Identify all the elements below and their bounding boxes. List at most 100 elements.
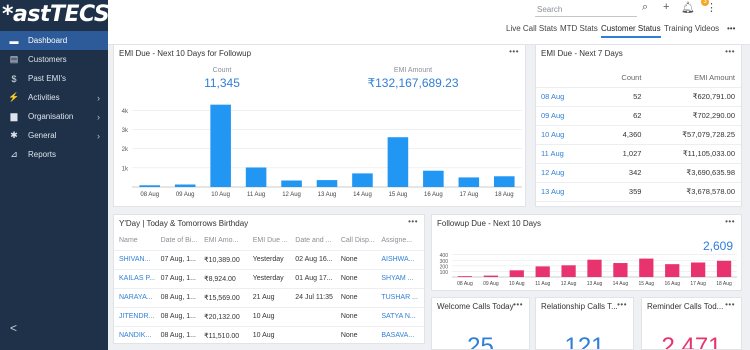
cell-date[interactable]: 12 Aug [536, 163, 606, 183]
bell-icon[interactable]: 🔔︎ 3 [681, 0, 709, 14]
column-header-emi-due[interactable]: EMI Due ... [247, 231, 291, 251]
cell-amount: ₹702,290.00 [647, 106, 741, 126]
bar-16-aug[interactable] [423, 170, 444, 187]
sidebar-item-reports[interactable]: ⊿ Reports [0, 145, 108, 164]
tab-training-videos[interactable]: Training Videos [664, 24, 719, 33]
cell-date[interactable]: 08 Aug [536, 87, 606, 107]
table-row[interactable]: 12 Aug 342 ₹3,690,635.98 [536, 163, 741, 183]
bar-09-aug[interactable] [174, 184, 196, 187]
cell-date[interactable]: 13 Aug [536, 182, 606, 202]
sidebar-item-activities[interactable]: ⚡ Activities › [0, 88, 108, 107]
bar-13-aug[interactable] [316, 180, 338, 187]
bar-11-aug[interactable] [245, 167, 267, 187]
bar-10-aug[interactable] [210, 104, 231, 187]
sidebar-item-general[interactable]: ✱ General › [0, 126, 108, 145]
bar-09-aug[interactable] [483, 275, 498, 277]
bar-08-aug[interactable] [139, 185, 161, 187]
table-row[interactable]: 10 Aug 4,360 ₹57,079,728.25 [536, 125, 741, 145]
card-menu-button[interactable]: ••• [725, 300, 735, 309]
cell-name[interactable]: NANDIK... [114, 326, 156, 343]
column-header-name[interactable]: Name [114, 231, 156, 251]
column-header-assigne[interactable]: Assigne... [376, 231, 424, 251]
bar-13-aug[interactable] [587, 259, 602, 277]
sidebar-item-dashboard[interactable]: ▬ Dashboard [0, 31, 108, 50]
table-row[interactable]: 09 Aug 62 ₹702,290.00 [536, 106, 741, 126]
bar-12-aug[interactable] [561, 265, 576, 277]
table-row[interactable]: NANDIK... 08 Aug, 1... ₹11,510.00 10 Aug Non… [114, 326, 424, 343]
tabs-more-button[interactable]: ••• [727, 24, 735, 33]
cell-name[interactable]: NARAYA... [114, 288, 156, 308]
column-header-count: Count [606, 68, 648, 88]
cell-count: 4,360 [606, 125, 648, 145]
cell-assigne[interactable]: AISHWA... [376, 250, 424, 270]
sidebar-item-label: Dashboard [28, 36, 68, 45]
kebab-menu-icon[interactable]: ⋮ [706, 1, 717, 14]
card-menu-button[interactable]: ••• [408, 217, 418, 226]
x-tick-label: 18 Aug [495, 192, 514, 198]
card-menu-button[interactable]: ••• [725, 47, 735, 56]
bar-14-aug[interactable] [352, 173, 373, 187]
bar-16-aug[interactable] [665, 264, 680, 277]
sidebar-item-customers[interactable]: ▤ Customers [0, 50, 108, 69]
cell-date[interactable]: 11 Aug [536, 144, 606, 164]
table-row[interactable]: NARAYA... 08 Aug, 1... ₹15,569.00 21 Aug 24 … [114, 288, 424, 308]
column-header-emi-amount: EMI Amount [647, 68, 741, 88]
cell-date[interactable]: 14 Aug [536, 201, 606, 206]
column-header-call-disp[interactable]: Call Disp... [335, 231, 377, 251]
tab-mtd-stats[interactable]: MTD Stats [560, 24, 598, 33]
x-tick-label: 13 Aug [587, 281, 603, 287]
sidebar-item-past-emi-s[interactable]: $ Past EMI's [0, 69, 108, 88]
card-title: Reminder Calls Tod... [647, 302, 724, 311]
bar-14-aug[interactable] [613, 263, 628, 277]
cell-date[interactable]: 09 Aug [536, 106, 606, 126]
table-row[interactable]: JITENDR... 08 Aug, 1... ₹20,132.00 10 Aug No… [114, 307, 424, 327]
bar-08-aug[interactable] [457, 276, 473, 277]
column-header-date-of-bi[interactable]: Date of Bi... [155, 231, 200, 251]
cell-name[interactable]: KAILAS P... [114, 269, 156, 289]
bar-15-aug[interactable] [639, 258, 654, 277]
emi-due-7-days-table: Count EMI Amount 08 Aug 52 ₹620,791.00 09 A… [536, 68, 741, 206]
cell-call-disp: None [335, 326, 377, 343]
bar-10-aug[interactable] [509, 270, 524, 277]
search-icon[interactable]: ⌕ [642, 1, 648, 14]
bar-12-aug[interactable] [281, 180, 302, 187]
x-tick-label: 15 Aug [639, 281, 655, 287]
bar-18-aug[interactable] [716, 260, 732, 277]
search-input[interactable] [535, 2, 637, 17]
card-menu-button[interactable]: ••• [725, 217, 735, 226]
column-header-date-and[interactable]: Date and ... [290, 231, 336, 251]
cell-emi-due: 10 Aug [247, 307, 291, 327]
bar-17-aug[interactable] [458, 177, 480, 187]
followup-due-bar-chart: 100200300400 08 Aug 09 Aug 10 Aug 11 Aug 12 A… [440, 253, 737, 287]
tab-live-call-stats[interactable]: Live Call Stats [506, 24, 557, 33]
cell-name[interactable]: SHIVAN... [114, 250, 156, 270]
cell-name[interactable]: JITENDR... [114, 307, 156, 327]
cell-assigne[interactable]: SHYAM ... [376, 269, 424, 289]
bar-15-aug[interactable] [387, 137, 409, 187]
cell-date[interactable]: 10 Aug [536, 125, 606, 145]
table-row[interactable]: 14 Aug710₹7,655,923.00 [536, 201, 741, 206]
bar-18-aug[interactable] [493, 176, 515, 187]
card-menu-button[interactable]: ••• [509, 47, 519, 56]
sidebar-collapse-button[interactable]: < [10, 321, 17, 335]
table-row[interactable]: 13 Aug 359 ₹3,678,578.00 [536, 182, 741, 202]
table-row[interactable]: 11 Aug 1,027 ₹11,105,033.00 [536, 144, 741, 164]
welcome-calls-value: 25 [467, 333, 494, 350]
bar-11-aug[interactable] [535, 266, 550, 277]
table-row[interactable]: 08 Aug 52 ₹620,791.00 [536, 87, 741, 107]
tab-customer-status[interactable]: Customer Status [601, 24, 661, 38]
cell-assigne[interactable]: BASAVA... [376, 326, 424, 343]
card-menu-button[interactable]: ••• [617, 300, 627, 309]
table-row[interactable]: SHIVAN... 07 Aug, 1... ₹10,389.00 Yesterday… [114, 250, 424, 270]
sidebar-item-organisation[interactable]: ▆ Organisation › [0, 107, 108, 126]
app-logo: *astTECS [2, 2, 108, 27]
cell-emi-amo: ₹8,924.00 [199, 269, 248, 289]
cell-assigne[interactable]: TUSHAR ... [376, 288, 424, 308]
column-header-emi-amo[interactable]: EMI Amo... [199, 231, 248, 251]
add-icon[interactable]: + [663, 1, 669, 13]
card-menu-button[interactable]: ••• [513, 300, 523, 309]
table-row[interactable]: KAILAS P... 07 Aug, 1... ₹8,924.00 Yesterda… [114, 269, 424, 289]
cell-assigne[interactable]: SATYA N... [376, 307, 424, 327]
bar-17-aug[interactable] [691, 262, 706, 277]
cell-call-disp: None [335, 269, 377, 289]
